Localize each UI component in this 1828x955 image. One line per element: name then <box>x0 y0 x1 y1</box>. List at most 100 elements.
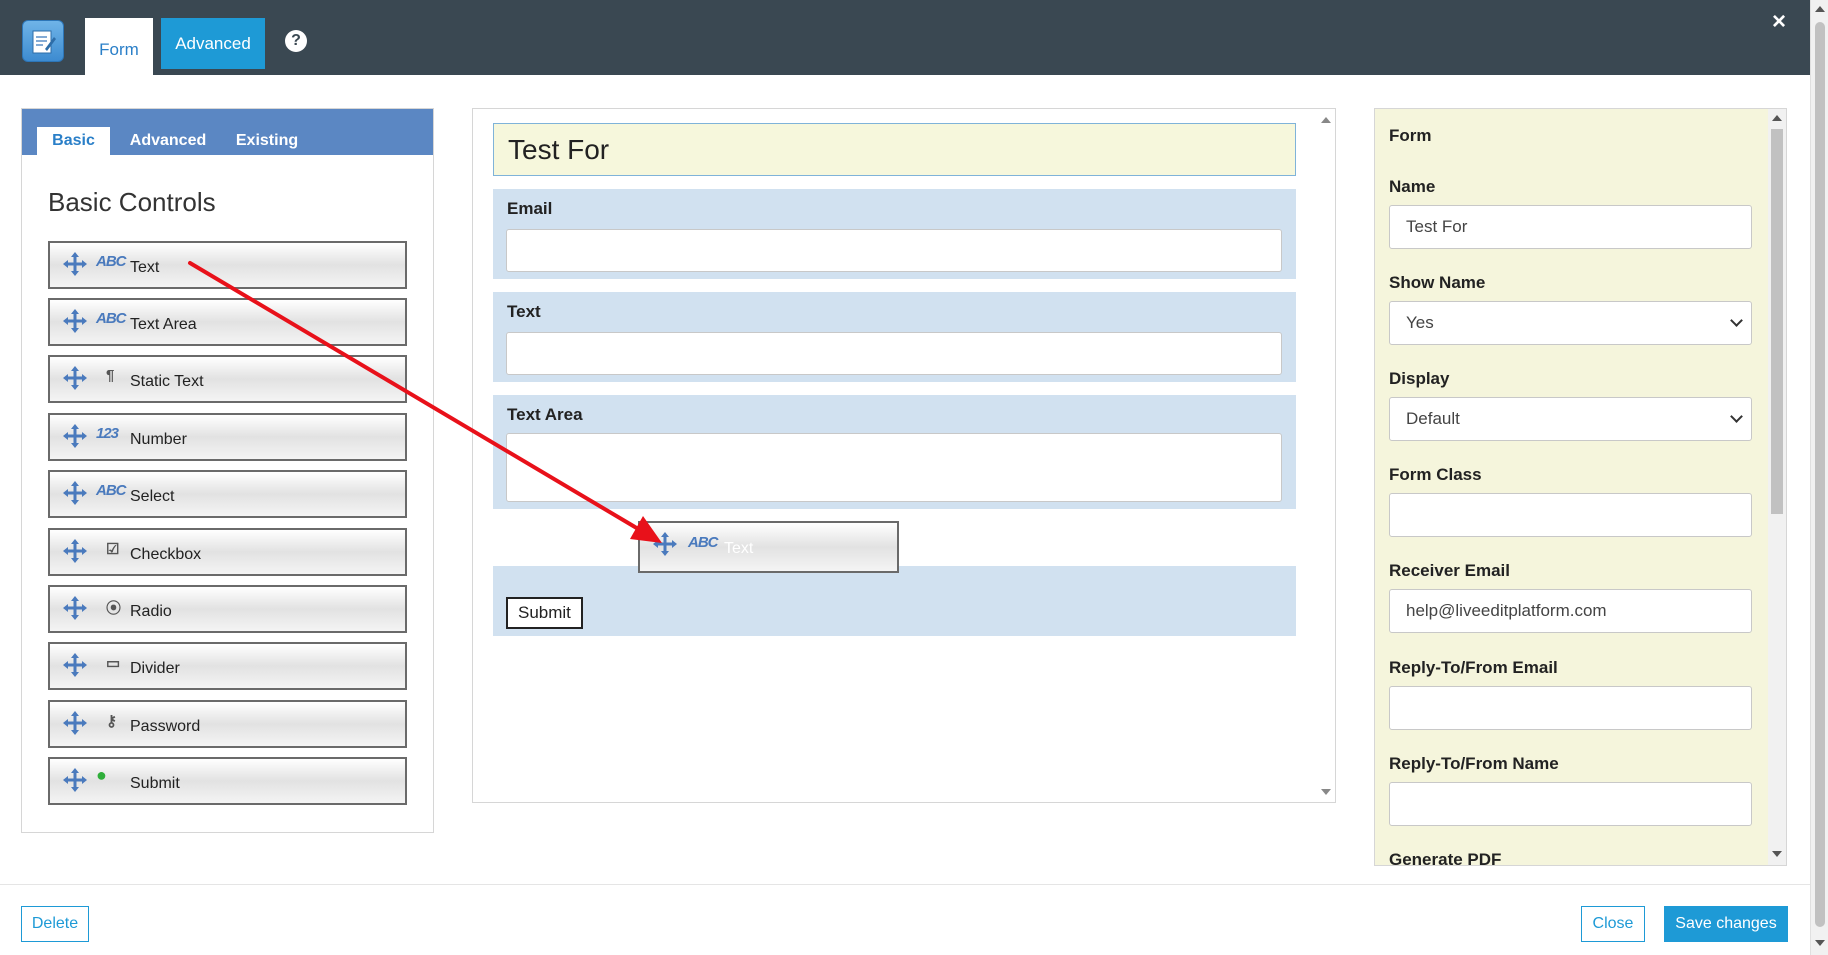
form-field-textarea[interactable]: Text Area <box>493 395 1296 509</box>
show-name-label: Show Name <box>1389 273 1486 292</box>
move-handle-icon <box>63 539 87 563</box>
form-title-field[interactable]: Test For <box>493 123 1296 176</box>
form-editor-app-icon <box>22 20 64 62</box>
delete-button[interactable]: Delete <box>21 906 89 942</box>
tab-basic[interactable]: Basic <box>37 127 110 155</box>
generate-pdf-label: Generate PDF <box>1389 850 1502 866</box>
field-label: Text <box>507 302 541 321</box>
control-divider[interactable]: ▭ Divider <box>48 642 407 690</box>
control-password[interactable]: ⚷ Password <box>48 700 407 748</box>
move-handle-icon <box>63 653 87 677</box>
submit-button[interactable]: Submit <box>506 597 583 629</box>
divider-icon: ▭ <box>106 655 120 672</box>
save-changes-button[interactable]: Save changes <box>1664 906 1788 942</box>
top-toolbar: Form Advanced ? × <box>0 0 1810 75</box>
control-text[interactable]: ABC Text <box>48 241 407 289</box>
abc-icon: ABC <box>96 253 126 270</box>
email-input[interactable] <box>506 229 1282 272</box>
scroll-down-arrow-icon[interactable] <box>1815 940 1825 946</box>
properties-heading: Form <box>1389 126 1432 145</box>
scroll-up-arrow-icon[interactable] <box>1321 117 1331 123</box>
form-class-label: Form Class <box>1389 465 1482 484</box>
show-name-value: Yes <box>1406 313 1434 332</box>
tab-advanced-controls[interactable]: Advanced <box>122 127 214 155</box>
move-handle-icon <box>653 532 677 556</box>
key-icon: ⚷ <box>106 713 117 730</box>
control-submit[interactable]: ● Submit <box>48 757 407 805</box>
pilcrow-icon: ¶ <box>106 367 114 384</box>
control-label: Divider <box>130 660 180 677</box>
show-name-select[interactable]: Yes <box>1389 301 1752 345</box>
display-label: Display <box>1389 369 1450 388</box>
window-scrollbar[interactable] <box>1810 0 1828 955</box>
display-value: Default <box>1406 409 1460 428</box>
form-field-email[interactable]: Email <box>493 189 1296 279</box>
control-select[interactable]: ABC Select <box>48 470 407 518</box>
move-handle-icon <box>63 252 87 276</box>
form-field-submit[interactable]: Submit <box>493 566 1296 636</box>
move-handle-icon <box>63 596 87 620</box>
checkbox-icon: ☑ <box>106 541 119 558</box>
move-handle-icon <box>63 768 87 792</box>
tab-form[interactable]: Form <box>85 18 153 75</box>
form-field-text[interactable]: Text <box>493 292 1296 382</box>
control-checkbox[interactable]: ☑ Checkbox <box>48 528 407 576</box>
move-handle-icon <box>63 309 87 333</box>
dragged-control-label: Text <box>724 540 754 557</box>
form-class-input[interactable] <box>1389 493 1752 537</box>
name-label: Name <box>1389 177 1436 196</box>
close-button[interactable]: Close <box>1581 906 1645 942</box>
dragged-text-control[interactable]: ABC Text <box>638 521 899 573</box>
tab-existing[interactable]: Existing <box>225 127 309 155</box>
scroll-up-arrow-icon[interactable] <box>1772 115 1782 121</box>
name-input[interactable]: Test For <box>1389 205 1752 249</box>
green-circle-icon: ● <box>96 765 107 785</box>
reply-email-input[interactable] <box>1389 686 1752 730</box>
field-label: Text Area <box>507 405 583 424</box>
control-label: Password <box>130 718 201 735</box>
control-label: Text <box>130 259 160 276</box>
control-number[interactable]: 123 Number <box>48 413 407 461</box>
display-select[interactable]: Default <box>1389 397 1752 441</box>
controls-heading: Basic Controls <box>48 187 216 217</box>
close-icon[interactable]: × <box>1772 8 1786 36</box>
control-label: Select <box>130 488 175 505</box>
scroll-down-arrow-icon[interactable] <box>1321 789 1331 795</box>
reply-name-input[interactable] <box>1389 782 1752 826</box>
control-static-text[interactable]: ¶ Static Text <box>48 355 407 403</box>
control-label: Checkbox <box>130 546 202 563</box>
field-label: Email <box>507 199 553 218</box>
footer-divider <box>0 884 1810 885</box>
abc-icon: ABC <box>688 534 718 551</box>
control-text-area[interactable]: ABC Text Area <box>48 298 407 346</box>
control-label: Number <box>130 431 187 448</box>
receiver-email-input[interactable]: help@liveeditplatform.com <box>1389 589 1752 633</box>
reply-email-label: Reply-To/From Email <box>1389 658 1558 677</box>
tab-advanced[interactable]: Advanced <box>161 18 265 69</box>
properties-scrollbar[interactable] <box>1768 109 1786 865</box>
scrollbar-thumb[interactable] <box>1815 22 1825 927</box>
control-label: Radio <box>130 603 172 620</box>
properties-panel: Form Name Test For Show Name Yes Display… <box>1374 108 1787 866</box>
text-input[interactable] <box>506 332 1282 375</box>
scroll-down-arrow-icon[interactable] <box>1772 851 1782 857</box>
chevron-down-icon <box>1730 314 1743 327</box>
radio-icon: ⦿ <box>106 600 121 617</box>
control-label: Text Area <box>130 316 197 333</box>
controls-tab-bar: Basic Advanced Existing <box>22 109 433 155</box>
controls-panel: Basic Advanced Existing Basic Controls A… <box>21 108 434 833</box>
chevron-down-icon <box>1730 410 1743 423</box>
control-label: Static Text <box>130 373 204 390</box>
control-radio[interactable]: ⦿ Radio <box>48 585 407 633</box>
form-canvas[interactable]: Test For Email Text Text Area Submit <box>472 108 1336 803</box>
number-icon: 123 <box>96 425 119 442</box>
control-label: Submit <box>130 775 180 792</box>
scroll-up-arrow-icon[interactable] <box>1815 6 1825 12</box>
textarea-input[interactable] <box>506 433 1282 502</box>
help-icon[interactable]: ? <box>285 30 307 52</box>
move-handle-icon <box>63 424 87 448</box>
move-handle-icon <box>63 366 87 390</box>
move-handle-icon <box>63 481 87 505</box>
scrollbar-thumb[interactable] <box>1771 129 1783 514</box>
canvas-scrollbar[interactable] <box>1317 109 1335 802</box>
